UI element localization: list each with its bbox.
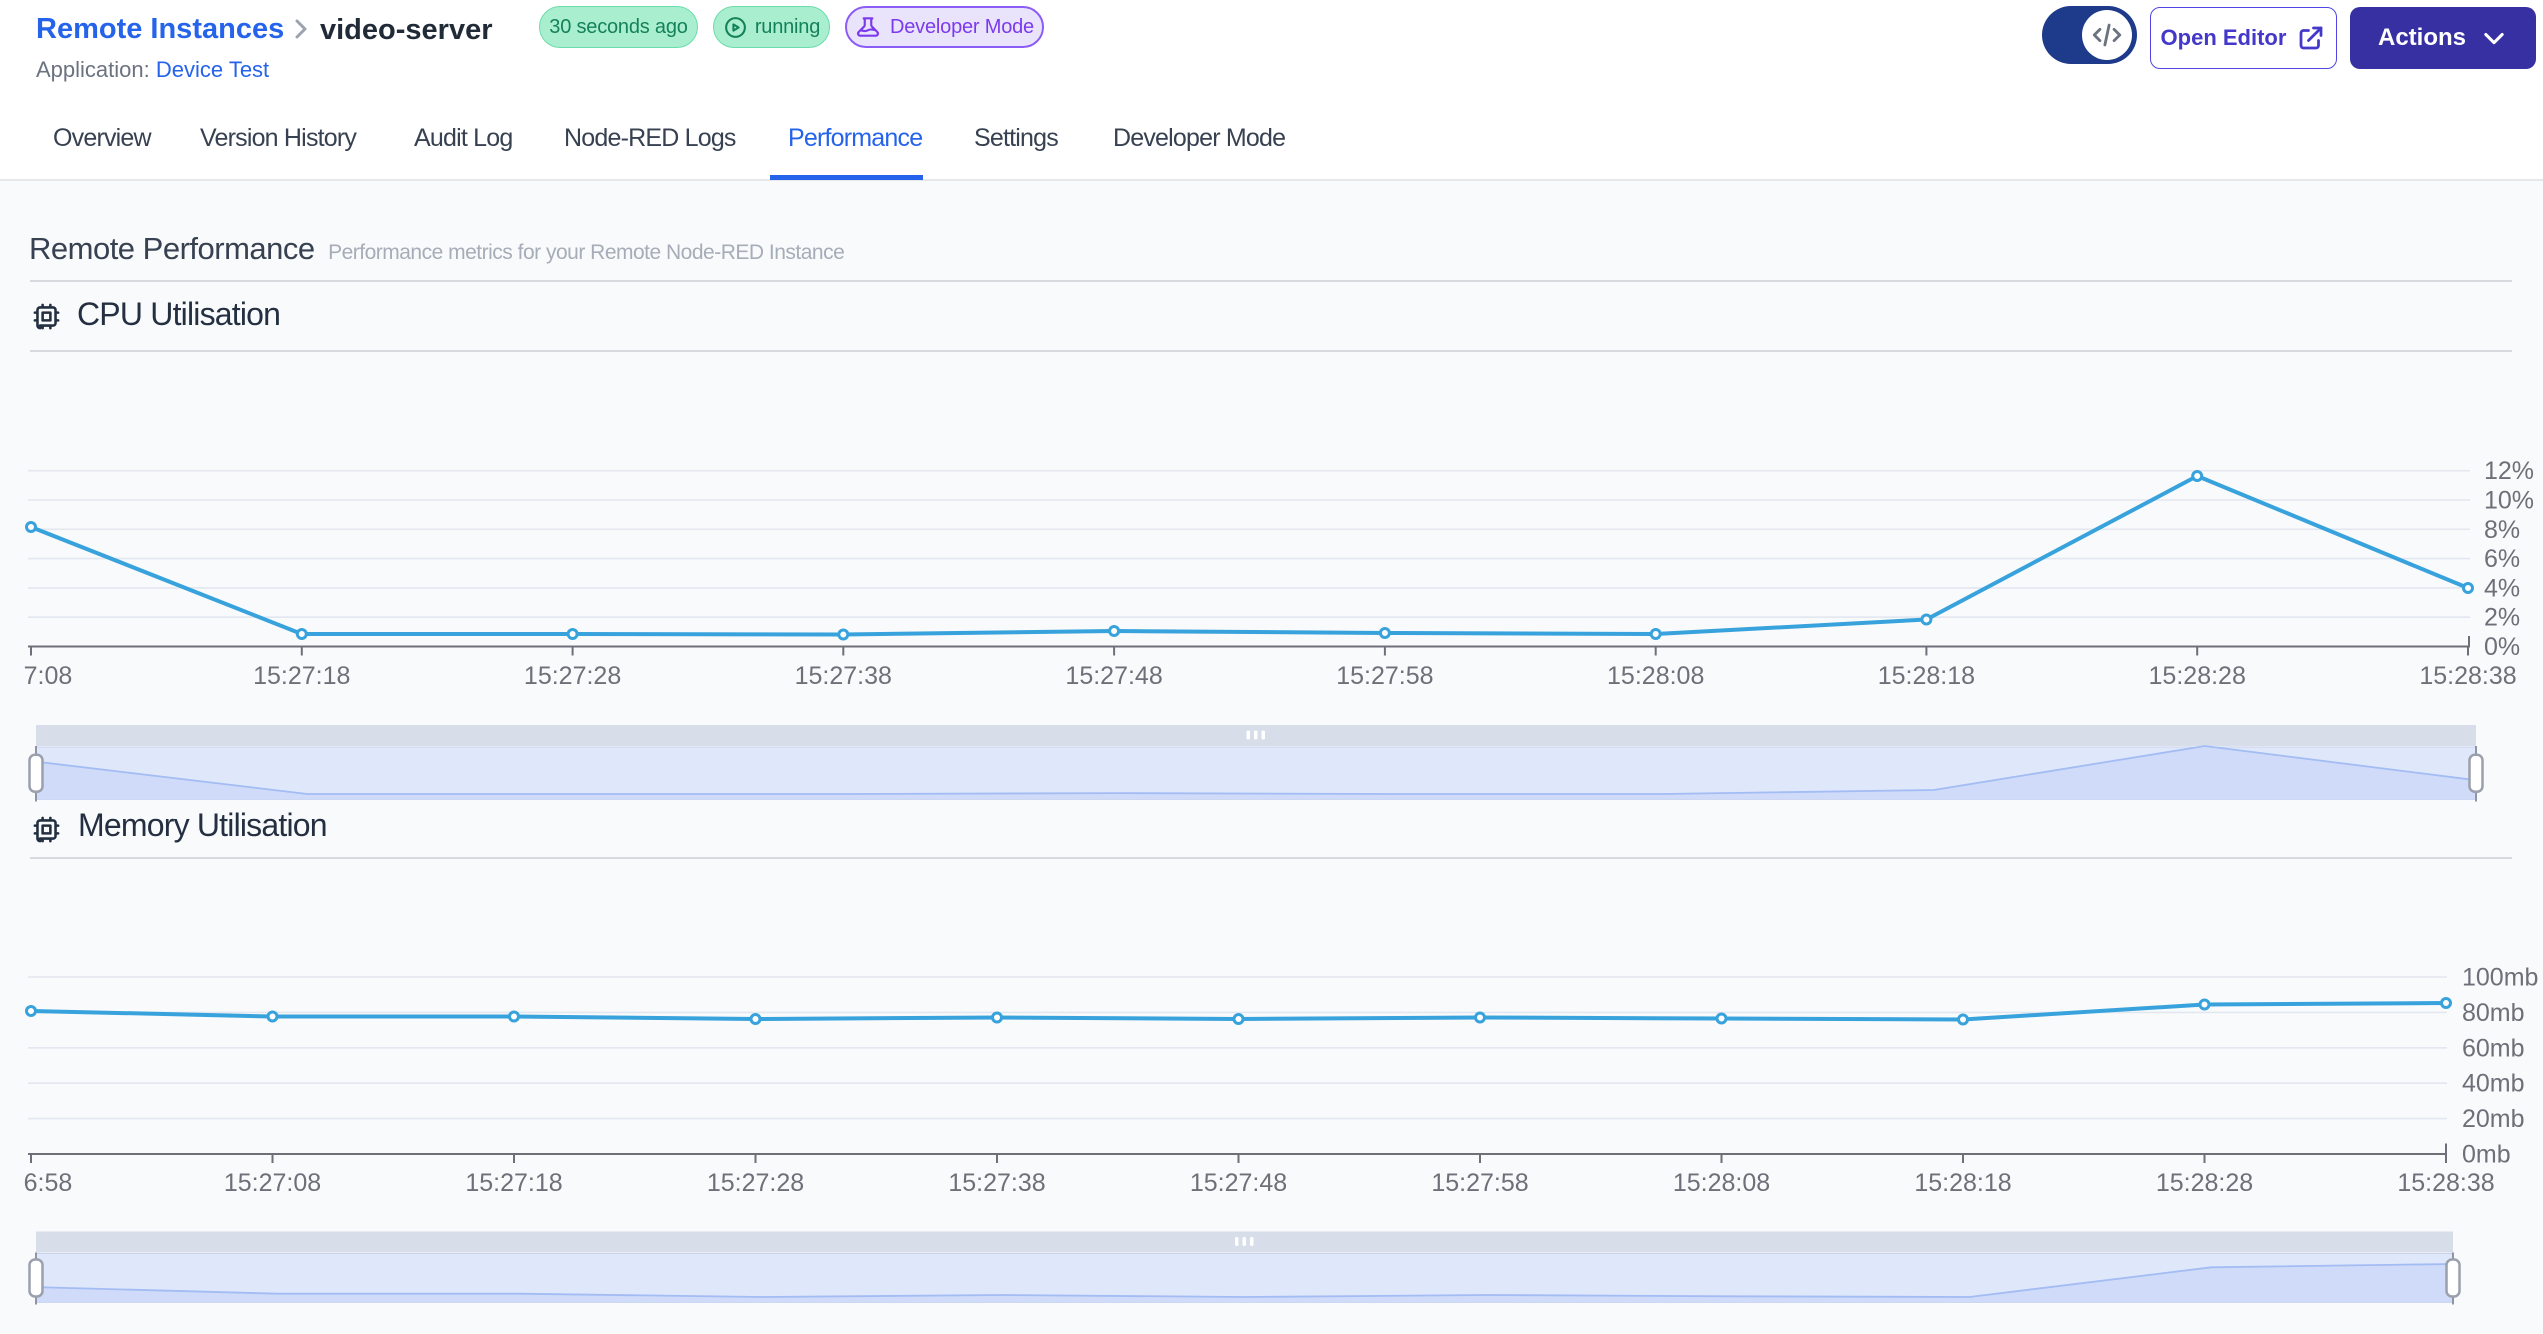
svg-text:15:28:08: 15:28:08: [1607, 662, 1704, 690]
svg-text:15:27:58: 15:27:58: [1431, 1169, 1528, 1197]
svg-text:6:58: 6:58: [24, 1169, 73, 1197]
svg-text:15:28:18: 15:28:18: [1878, 662, 1975, 690]
svg-text:15:28:38: 15:28:38: [2397, 1169, 2494, 1197]
svg-text:4%: 4%: [2484, 574, 2520, 602]
svg-text:15:27:38: 15:27:38: [948, 1169, 1045, 1197]
svg-text:7:08: 7:08: [24, 662, 73, 690]
svg-text:15:28:38: 15:28:38: [2419, 662, 2516, 690]
svg-text:80mb: 80mb: [2462, 999, 2525, 1027]
svg-text:60mb: 60mb: [2462, 1034, 2525, 1062]
svg-text:15:27:18: 15:27:18: [253, 662, 350, 690]
svg-text:15:27:28: 15:27:28: [707, 1169, 804, 1197]
svg-text:6%: 6%: [2484, 545, 2520, 573]
svg-text:15:27:08: 15:27:08: [224, 1169, 321, 1197]
svg-text:15:27:48: 15:27:48: [1190, 1169, 1287, 1197]
svg-text:20mb: 20mb: [2462, 1105, 2525, 1133]
svg-text:10%: 10%: [2484, 487, 2534, 515]
svg-text:0mb: 0mb: [2462, 1141, 2511, 1169]
svg-text:0%: 0%: [2484, 633, 2520, 661]
svg-text:15:27:58: 15:27:58: [1336, 662, 1433, 690]
svg-text:15:28:18: 15:28:18: [1914, 1169, 2011, 1197]
svg-text:100mb: 100mb: [2462, 964, 2538, 992]
svg-text:40mb: 40mb: [2462, 1070, 2525, 1098]
svg-text:15:28:08: 15:28:08: [1673, 1169, 1770, 1197]
svg-text:8%: 8%: [2484, 516, 2520, 544]
svg-text:15:27:18: 15:27:18: [465, 1169, 562, 1197]
svg-text:2%: 2%: [2484, 604, 2520, 632]
svg-text:15:28:28: 15:28:28: [2156, 1169, 2253, 1197]
svg-text:15:27:38: 15:27:38: [795, 662, 892, 690]
svg-text:15:28:28: 15:28:28: [2149, 662, 2246, 690]
svg-text:15:27:28: 15:27:28: [524, 662, 621, 690]
svg-text:12%: 12%: [2484, 457, 2534, 485]
svg-text:15:27:48: 15:27:48: [1065, 662, 1162, 690]
